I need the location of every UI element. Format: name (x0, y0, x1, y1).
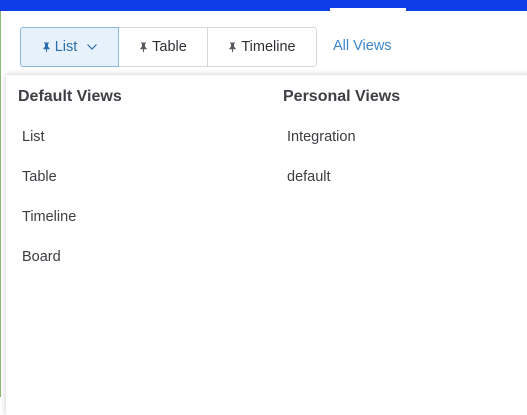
list-view-label: List (54, 39, 78, 55)
view-switcher: List Table Timeline (20, 27, 317, 67)
default-views-column: Default Views List Table Timeline Board (18, 85, 122, 269)
personal-views-heading: Personal Views (283, 88, 401, 105)
personal-views-column: Personal Views Integration default (283, 85, 400, 189)
list-view-button[interactable]: List (20, 27, 119, 67)
top-navigation-bar (0, 0, 527, 11)
pin-icon (140, 42, 147, 52)
personal-view-item[interactable]: default (287, 165, 404, 189)
chevron-down-icon[interactable] (87, 44, 98, 50)
table-view-label: Table (152, 39, 187, 55)
default-views-heading: Default Views (18, 88, 122, 105)
all-views-link[interactable]: All Views (333, 38, 392, 54)
pin-icon (43, 42, 50, 52)
default-view-item[interactable]: Timeline (22, 205, 126, 229)
default-view-item[interactable]: Board (22, 245, 126, 269)
active-tab-indicator (330, 8, 406, 11)
views-dropdown-panel: Default Views List Table Timeline Board … (6, 74, 527, 415)
table-view-button[interactable]: Table (118, 27, 208, 67)
pin-icon (229, 42, 236, 52)
personal-view-item[interactable]: Integration (287, 125, 404, 149)
left-edge-divider (0, 11, 1, 397)
timeline-view-label: Timeline (241, 39, 296, 55)
default-view-item[interactable]: Table (22, 165, 126, 189)
default-view-item[interactable]: List (22, 125, 126, 149)
timeline-view-button[interactable]: Timeline (207, 27, 317, 67)
